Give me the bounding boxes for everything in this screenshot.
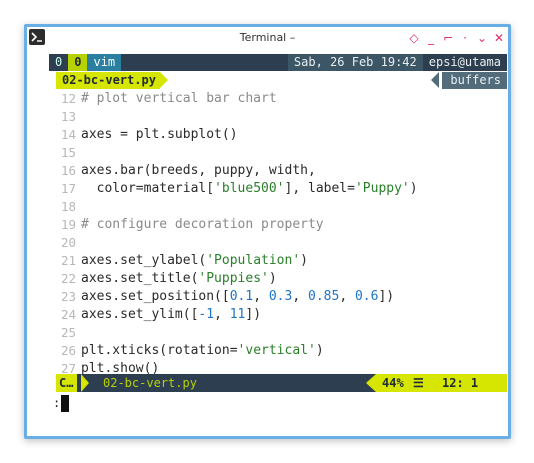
title-bar[interactable]: Terminal – ◇ _ ⌐ · ⌄ ✕ [27, 27, 508, 51]
code-line[interactable]: 17 color=material['blue500'], label='Pup… [56, 180, 507, 198]
line-number: 17 [60, 181, 76, 196]
shade-icon[interactable]: ⌄ [475, 30, 489, 46]
line-number: 27 [60, 361, 76, 374]
buffer-tab-active[interactable]: 02-bc-vert.py [56, 72, 160, 89]
datetime-text: Sab, 26 Feb 19:42 [287, 54, 423, 71]
code-editor[interactable]: 12 # plot vertical bar chart 13 14 axes = pl… [56, 90, 507, 374]
code-text: plt.xticks(rotation='vertical') [81, 343, 324, 358]
code-line[interactable]: 12 # plot vertical bar chart [56, 90, 507, 108]
code-line[interactable]: 22 axes.set_title('Puppies') [56, 270, 507, 288]
window-controls: ◇ _ ⌐ · ⌄ ✕ [407, 30, 506, 46]
mode-separator-icon [81, 374, 89, 392]
command-line[interactable]: : [51, 394, 507, 412]
session-name[interactable]: vim [87, 54, 122, 71]
code-line[interactable]: 18 [56, 198, 507, 216]
line-number: 14 [60, 127, 76, 142]
line-number: 19 [60, 217, 76, 232]
vim-statusline: C… 02-bc-vert.py 44% ☰ 12: 1 [56, 374, 507, 392]
code-text: plt.show() [81, 361, 160, 374]
host-text: epsi@utama [422, 54, 507, 71]
maximize-icon[interactable]: ⌐ [441, 30, 455, 46]
code-text: # plot vertical bar chart [81, 91, 277, 106]
code-line[interactable]: 27 plt.show() [56, 360, 507, 374]
close-icon[interactable]: ✕ [492, 30, 506, 46]
position-separator-icon [366, 374, 376, 392]
line-number: 21 [60, 253, 76, 268]
text-cursor [61, 395, 69, 412]
status-filename: 02-bc-vert.py [103, 376, 197, 390]
mode-indicator: C… [56, 374, 78, 392]
pane-index[interactable]: 0 [68, 54, 88, 71]
tmux-statusline: 0 0 vim Sab, 26 Feb 19:42 epsi@utama [49, 54, 507, 71]
buffer-tabline: 02-bc-vert.py buffers [56, 71, 507, 90]
scroll-percent: 44% [382, 376, 404, 390]
code-text: axes.set_ylabel('Population') [81, 253, 308, 268]
code-text: axes.set_position([0.1, 0.3, 0.85, 0.6]) [81, 289, 395, 304]
code-line[interactable]: 14 axes = plt.subplot() [56, 126, 507, 144]
code-line[interactable]: 20 [56, 234, 507, 252]
minimize-icon[interactable]: _ [424, 30, 438, 46]
line-number: 24 [60, 307, 76, 322]
tab-separator-icon [160, 72, 168, 88]
code-line[interactable]: 19 # configure decoration property [56, 216, 507, 234]
code-line[interactable]: 25 [56, 324, 507, 342]
code-line[interactable]: 15 [56, 144, 507, 162]
buffers-separator-icon [431, 72, 439, 88]
code-line[interactable]: 23 axes.set_position([0.1, 0.3, 0.85, 0.6… [56, 288, 507, 306]
line-number: 12 [60, 91, 76, 106]
command-prompt: : [53, 396, 61, 410]
line-number: 13 [60, 109, 76, 124]
code-line[interactable]: 16 axes.bar(breeds, puppy, width, [56, 162, 507, 180]
line-number: 20 [60, 235, 76, 250]
line-number: 22 [60, 271, 76, 286]
menu-dot-icon[interactable]: · [458, 30, 472, 46]
position-section: 44% ☰ 12: 1 [376, 374, 507, 392]
code-text: axes.set_title('Puppies') [81, 271, 277, 286]
code-text: axes.set_ylim([-1, 11]) [81, 307, 262, 322]
window-index[interactable]: 0 [49, 54, 69, 71]
terminal-window: Terminal – ◇ _ ⌐ · ⌄ ✕ 0 0 vim Sab, 26 F… [27, 27, 508, 436]
code-line[interactable]: 24 axes.set_ylim([-1, 11]) [56, 306, 507, 324]
code-text: # configure decoration property [81, 217, 324, 232]
code-line[interactable]: 21 axes.set_ylabel('Population') [56, 252, 507, 270]
code-text: color=material['blue500'], label='Puppy'… [81, 181, 418, 196]
line-number: 26 [60, 343, 76, 358]
line-number: 16 [60, 163, 76, 178]
code-text: axes = plt.subplot() [81, 127, 238, 142]
lines-icon: ☰ [413, 376, 424, 390]
sticky-icon[interactable]: ◇ [407, 30, 421, 46]
line-number: 25 [60, 325, 76, 340]
code-line[interactable]: 13 [56, 108, 507, 126]
buffers-label: buffers [442, 72, 507, 89]
line-number: 15 [60, 145, 76, 160]
code-line[interactable]: 26 plt.xticks(rotation='vertical') [56, 342, 507, 360]
line-number: 18 [60, 199, 76, 214]
terminal-frame: Terminal – ◇ _ ⌐ · ⌄ ✕ 0 0 vim Sab, 26 F… [24, 24, 511, 439]
code-text: axes.bar(breeds, puppy, width, [81, 163, 316, 178]
line-number: 23 [60, 289, 76, 304]
cursor-position: 12: 1 [442, 376, 479, 390]
